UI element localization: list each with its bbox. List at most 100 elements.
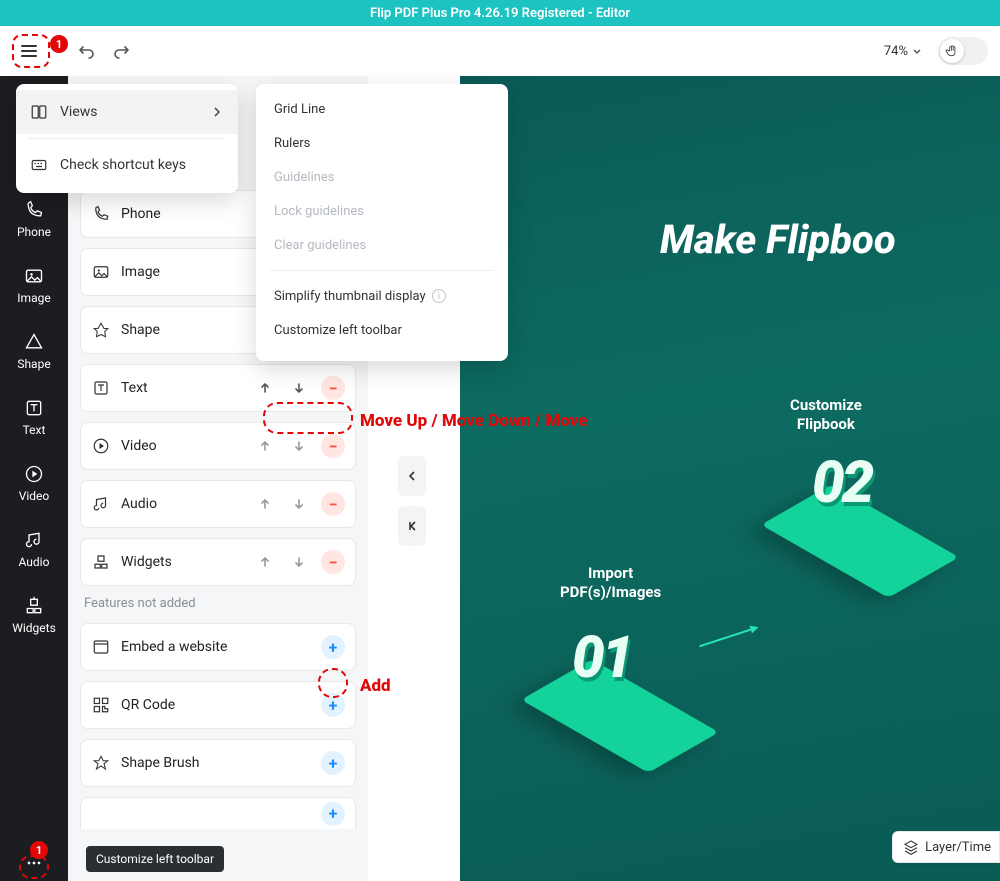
menu-item-simplify-thumbnail[interactable]: Simplify thumbnail display i	[256, 279, 508, 313]
move-up-button[interactable]	[253, 550, 277, 574]
info-icon: i	[432, 289, 446, 303]
sidebar-item-label: Audio	[19, 555, 50, 569]
zoom-value: 74%	[884, 44, 908, 59]
left-sidebar: Phone Image Shape Text Video Audio Widge…	[0, 76, 68, 881]
first-page-button[interactable]	[398, 506, 426, 546]
phone-icon	[91, 204, 111, 224]
menu-item-label: Rulers	[274, 136, 310, 151]
layer-time-button[interactable]: Layer/Time	[892, 831, 1000, 863]
menu-item-label: Simplify thumbnail display	[274, 289, 426, 304]
add-button[interactable]: +	[321, 751, 345, 775]
arrow-up-icon	[258, 555, 272, 569]
image-icon	[91, 262, 111, 282]
keyboard-icon	[30, 156, 48, 174]
customize-row-embed-website[interactable]: Embed a website +	[80, 623, 356, 671]
move-down-button[interactable]	[287, 376, 311, 400]
views-submenu: Grid Line Rulers Guidelines Lock guideli…	[256, 84, 508, 361]
customize-row-widgets[interactable]: Widgets −	[80, 538, 356, 586]
menu-divider	[270, 270, 494, 271]
redo-icon	[111, 41, 131, 61]
move-down-button[interactable]	[287, 550, 311, 574]
customize-row-audio[interactable]: Audio −	[80, 480, 356, 528]
video-icon	[91, 436, 111, 456]
move-up-button[interactable]	[253, 492, 277, 516]
customize-row-shape-brush[interactable]: Shape Brush +	[80, 739, 356, 787]
arrow-down-icon	[292, 555, 306, 569]
sidebar-item-audio[interactable]: Audio	[0, 516, 68, 582]
menu-item-shortcut-keys[interactable]: Check shortcut keys	[16, 143, 238, 187]
chevron-left-icon	[405, 469, 419, 483]
sidebar-item-image[interactable]: Image	[0, 252, 68, 318]
zoom-display[interactable]: 74%	[884, 44, 924, 59]
redo-button[interactable]	[104, 34, 138, 68]
iso-number-2: 02	[812, 449, 871, 517]
iso-number-1: 01	[572, 624, 631, 692]
move-down-button[interactable]	[287, 492, 311, 516]
add-button[interactable]: +	[321, 635, 345, 659]
move-up-button[interactable]	[253, 434, 277, 458]
video-icon	[23, 463, 45, 485]
text-icon	[91, 378, 111, 398]
remove-button[interactable]: −	[321, 550, 345, 574]
menu-item-views[interactable]: Views	[16, 90, 238, 134]
remove-button[interactable]: −	[321, 376, 345, 400]
shape-icon	[91, 320, 111, 340]
iso-tile-1: 01	[510, 636, 730, 786]
undo-icon	[77, 41, 97, 61]
shape-icon	[23, 331, 45, 353]
arrow-up-icon	[258, 439, 272, 453]
customize-row-label: QR Code	[121, 697, 311, 713]
add-button[interactable]: +	[321, 693, 345, 717]
menu-item-grid-line[interactable]: Grid Line	[256, 92, 508, 126]
phone-icon	[23, 199, 45, 221]
hamburger-icon	[19, 41, 39, 61]
menu-item-rulers[interactable]: Rulers	[256, 126, 508, 160]
menu-item-guidelines: Guidelines	[256, 160, 508, 194]
move-down-button[interactable]	[287, 434, 311, 458]
chevron-down-icon	[910, 44, 924, 58]
sidebar-item-widgets[interactable]: Widgets	[0, 582, 68, 648]
flipbook-page[interactable]: Make Flipboo Import PDF(s)/Images Custom…	[460, 76, 1000, 881]
menu-divider	[28, 138, 226, 139]
arrow-up-icon	[258, 497, 272, 511]
arrow-down-icon	[292, 439, 306, 453]
hand-toggle-knob	[940, 39, 964, 63]
remove-button[interactable]: −	[321, 434, 345, 458]
menu-item-clear-guidelines: Clear guidelines	[256, 228, 508, 262]
top-toolbar: 74%	[0, 26, 1000, 76]
sidebar-item-label: Video	[19, 489, 50, 503]
shape-brush-icon	[91, 753, 111, 773]
remove-button[interactable]: −	[321, 492, 345, 516]
hand-tool-toggle[interactable]	[938, 37, 988, 65]
qr-icon	[91, 695, 111, 715]
title-bar: Flip PDF Plus Pro 4.26.19 Registered - E…	[0, 0, 1000, 26]
customize-row-label: Text	[121, 380, 243, 396]
undo-button[interactable]	[70, 34, 104, 68]
sidebar-item-shape[interactable]: Shape	[0, 318, 68, 384]
sidebar-item-phone[interactable]: Phone	[0, 186, 68, 252]
menu-item-label: Check shortcut keys	[60, 157, 186, 173]
menu-item-customize-left-toolbar[interactable]: Customize left toolbar	[256, 313, 508, 347]
page-navigation	[398, 456, 426, 546]
add-button[interactable]: +	[321, 802, 345, 826]
section-features-not-added: Features not added	[84, 596, 356, 611]
move-up-button[interactable]	[253, 376, 277, 400]
feature-label-1: Import PDF(s)/Images	[560, 564, 661, 602]
sidebar-item-label: Image	[17, 291, 50, 305]
text-icon	[23, 397, 45, 419]
menu-item-label: Guidelines	[274, 170, 335, 185]
customize-row-hidden[interactable]: +	[80, 797, 356, 829]
customize-row-video[interactable]: Video −	[80, 422, 356, 470]
layer-button-label: Layer/Time	[925, 840, 991, 855]
sidebar-item-text[interactable]: Text	[0, 384, 68, 450]
sidebar-item-label: Widgets	[12, 621, 56, 635]
menu-item-label: Lock guidelines	[274, 204, 364, 219]
hamburger-menu-button[interactable]	[12, 34, 46, 68]
customize-row-label: Video	[121, 438, 243, 454]
widgets-icon	[91, 552, 111, 572]
prev-page-button[interactable]	[398, 456, 426, 496]
customize-row-qr-code[interactable]: QR Code +	[80, 681, 356, 729]
menu-item-label: Grid Line	[274, 102, 325, 117]
sidebar-item-video[interactable]: Video	[0, 450, 68, 516]
customize-row-text[interactable]: Text −	[80, 364, 356, 412]
